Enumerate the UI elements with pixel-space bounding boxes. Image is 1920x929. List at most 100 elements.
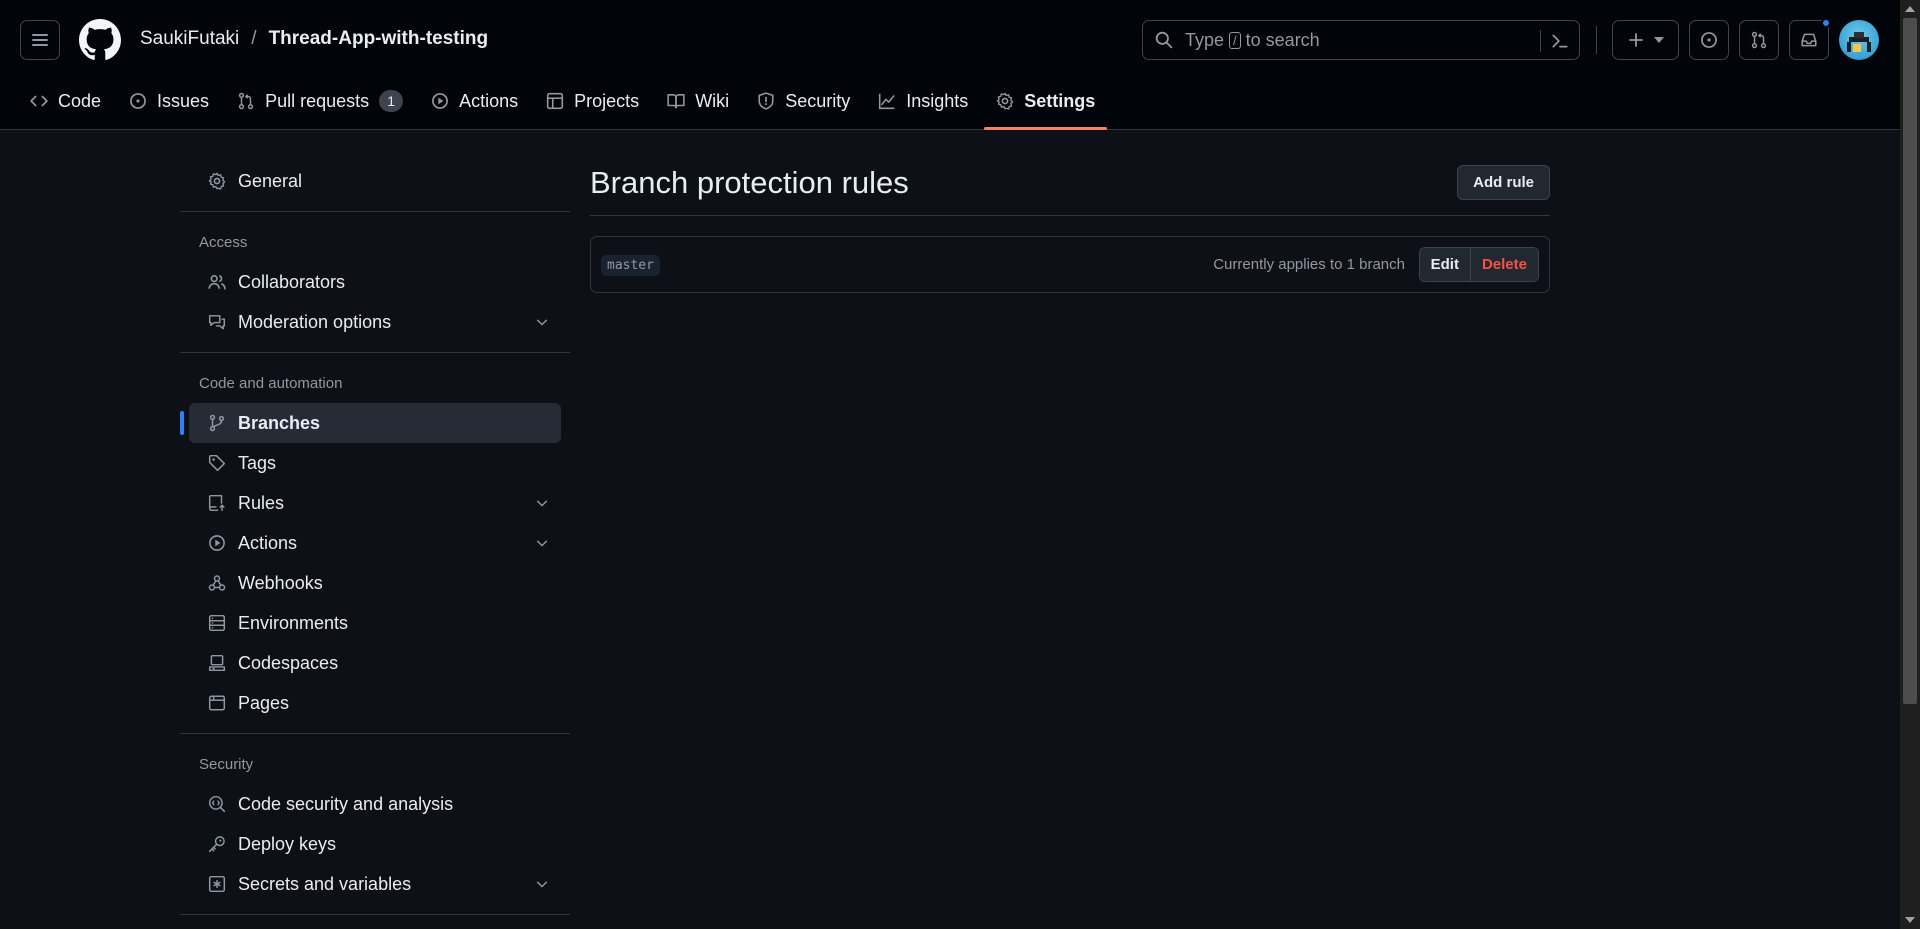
breadcrumb-separator: /: [251, 28, 257, 49]
sidebar-item-label: Webhooks: [238, 572, 323, 593]
play-icon: [208, 534, 226, 552]
tab-label: Pull requests: [265, 90, 370, 111]
tab-insights[interactable]: Insights: [866, 84, 980, 118]
sidebar-item-environments[interactable]: Environments: [189, 603, 561, 643]
tab-projects[interactable]: Projects: [534, 84, 651, 118]
breadcrumb-owner-link[interactable]: SaukiFutaki: [140, 28, 239, 50]
tab-label: Code: [58, 90, 102, 111]
settings-sidebar: General Access Collaborators Moderation …: [180, 161, 570, 915]
search-divider: [1540, 30, 1541, 52]
search-input[interactable]: Type / to search: [1142, 20, 1580, 60]
sidebar-item-rules[interactable]: Rules: [189, 483, 561, 523]
issue-opened-icon: [129, 92, 147, 110]
sidebar-item-general[interactable]: General: [189, 161, 561, 201]
rule-applies-text[interactable]: Currently applies to 1 branch: [1213, 256, 1405, 273]
create-new-button[interactable]: [1612, 20, 1679, 60]
search-icon: [1155, 31, 1173, 49]
tab-label: Issues: [157, 90, 210, 111]
play-icon: [431, 92, 449, 110]
search-placeholder-after: to search: [1245, 29, 1320, 50]
tab-security[interactable]: Security: [745, 84, 862, 118]
sidebar-item-code-security[interactable]: Code security and analysis: [189, 784, 561, 824]
tab-label: Insights: [906, 90, 969, 111]
plus-icon: [1628, 32, 1644, 48]
issues-button[interactable]: [1689, 20, 1729, 60]
sidebar-item-moderation-options[interactable]: Moderation options: [189, 302, 561, 342]
hamburger-icon: [31, 32, 49, 48]
sidebar-item-label: Rules: [238, 492, 285, 513]
sidebar-divider: [180, 352, 570, 353]
scroll-up-arrow-icon[interactable]: [1905, 6, 1915, 12]
global-menu-button[interactable]: [20, 20, 60, 60]
scroll-down-arrow-icon[interactable]: [1905, 917, 1915, 923]
user-avatar[interactable]: [1839, 20, 1879, 60]
header-divider: [1596, 26, 1597, 54]
sidebar-item-label: Collaborators: [238, 271, 346, 292]
webhook-icon: [208, 574, 226, 592]
page-scrollbar[interactable]: [1900, 0, 1920, 929]
breadcrumb-repo-link[interactable]: Thread-App-with-testing: [269, 28, 489, 50]
comment-discussion-icon: [208, 313, 226, 331]
sidebar-item-label: Deploy keys: [238, 833, 337, 854]
sidebar-item-actions[interactable]: Actions: [189, 523, 561, 563]
git-pull-request-icon: [237, 92, 255, 110]
sidebar-divider: [180, 733, 570, 734]
tab-settings[interactable]: Settings: [984, 84, 1108, 130]
sidebar-item-label: Pages: [238, 692, 290, 713]
delete-rule-button[interactable]: Delete: [1470, 248, 1538, 281]
sidebar-item-branches[interactable]: Branches: [180, 403, 561, 443]
add-rule-button[interactable]: Add rule: [1457, 165, 1550, 200]
search-placeholder-before: Type: [1185, 29, 1225, 50]
chevron-down-icon: [535, 496, 549, 510]
repo-push-icon: [208, 494, 226, 512]
chevron-down-icon: [535, 315, 549, 329]
sidebar-item-secrets-variables[interactable]: Secrets and variables: [189, 864, 561, 904]
tag-icon: [208, 454, 226, 472]
pull-requests-counter: 1: [379, 90, 404, 112]
title-divider: [590, 215, 1550, 216]
search-placeholder: Type / to search: [1185, 30, 1320, 51]
sidebar-item-label: Actions: [238, 532, 298, 553]
graph-icon: [878, 92, 896, 110]
sidebar-item-label: Codespaces: [238, 652, 339, 673]
tab-code[interactable]: Code: [18, 84, 113, 118]
sidebar-item-pages[interactable]: Pages: [189, 683, 561, 723]
triangle-down-icon: [1653, 37, 1664, 43]
tab-pull-requests[interactable]: Pull requests 1: [225, 84, 415, 118]
sidebar-item-label: General: [238, 170, 303, 191]
sidebar-item-label: Environments: [238, 612, 349, 633]
gear-icon: [996, 92, 1014, 110]
code-icon: [30, 92, 48, 110]
sidebar-item-tags[interactable]: Tags: [189, 443, 561, 483]
tab-actions[interactable]: Actions: [419, 84, 530, 118]
command-palette-icon[interactable]: [1551, 32, 1569, 50]
sidebar-item-label: Secrets and variables: [238, 873, 412, 894]
browser-icon: [208, 694, 226, 712]
gear-icon: [208, 172, 226, 190]
notification-indicator: [1821, 18, 1831, 28]
book-icon: [667, 92, 685, 110]
sidebar-item-deploy-keys[interactable]: Deploy keys: [189, 824, 561, 864]
git-pull-request-icon: [1750, 31, 1768, 49]
table-icon: [546, 92, 564, 110]
tab-wiki[interactable]: Wiki: [655, 84, 741, 118]
sidebar-item-label: Branches: [238, 412, 321, 433]
sidebar-item-webhooks[interactable]: Webhooks: [189, 563, 561, 603]
pull-requests-button[interactable]: [1739, 20, 1779, 60]
sidebar-divider: [180, 914, 570, 915]
branch-name-badge[interactable]: master: [601, 255, 660, 276]
asterisk-box-icon: [208, 875, 226, 893]
sidebar-item-codespaces[interactable]: Codespaces: [189, 643, 561, 683]
sidebar-divider: [180, 211, 570, 212]
page-title: Branch protection rules: [590, 165, 909, 200]
scrollbar-thumb[interactable]: [1903, 18, 1917, 704]
search-shortcut-key: /: [1229, 31, 1241, 49]
edit-rule-button[interactable]: Edit: [1419, 248, 1471, 281]
shield-icon: [757, 92, 775, 110]
rule-actions: Edit Delete: [1418, 247, 1539, 282]
tab-issues[interactable]: Issues: [117, 84, 221, 118]
codespaces-icon: [208, 654, 226, 672]
github-logo-icon[interactable]: [79, 19, 121, 61]
sidebar-item-collaborators[interactable]: Collaborators: [189, 262, 561, 302]
inbox-icon: [1800, 31, 1818, 49]
